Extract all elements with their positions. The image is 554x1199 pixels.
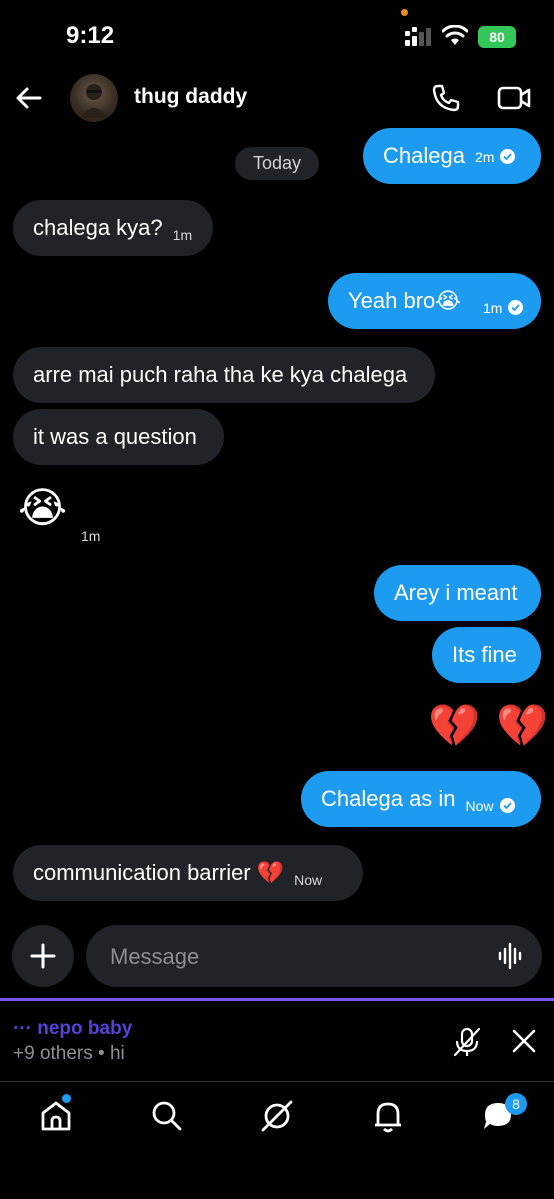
message-timestamp: 1m — [482, 300, 503, 317]
search-icon[interactable] — [149, 1098, 185, 1134]
phone-call-icon[interactable] — [430, 82, 462, 114]
date-divider: Today — [235, 147, 319, 180]
message-text: it was a question — [33, 424, 197, 449]
message-text: Chalega as in — [321, 786, 456, 811]
home-notification-dot — [62, 1094, 71, 1103]
message-text: Arey i meant — [394, 580, 518, 605]
divider — [0, 1081, 554, 1082]
status-time: 9:12 — [66, 22, 115, 49]
message-bubble-outgoing[interactable]: Chalega as in Now — [301, 771, 541, 827]
emoji-message-outgoing[interactable]: 💔 💔 — [428, 705, 550, 747]
message-bubble-incoming[interactable]: communication barrier 💔 Now — [13, 845, 363, 901]
space-subtitle: +9 others • hi — [13, 1043, 125, 1064]
close-icon[interactable] — [510, 1027, 538, 1055]
battery-indicator: 80 — [478, 26, 516, 48]
message-bubble-outgoing[interactable]: Chalega 2m — [363, 128, 541, 184]
message-bubble-incoming[interactable]: arre mai puch raha tha ke kya chalega — [13, 347, 435, 403]
message-timestamp: Now — [294, 872, 323, 889]
message-bubble-outgoing[interactable]: Arey i meant — [374, 565, 541, 621]
mic-off-icon[interactable] — [451, 1026, 483, 1058]
plus-icon — [30, 943, 56, 969]
home-icon[interactable] — [38, 1098, 74, 1134]
message-bubble-outgoing[interactable]: Its fine — [432, 627, 541, 683]
read-receipt-icon — [500, 148, 516, 164]
message-bubble-incoming[interactable]: it was a question — [13, 409, 224, 465]
message-text: Chalega — [383, 143, 465, 168]
grok-icon[interactable] — [259, 1098, 295, 1134]
cellular-signal-icon — [405, 27, 431, 46]
messages-badge: 8 — [505, 1093, 527, 1115]
message-timestamp: Now — [465, 798, 494, 815]
read-receipt-icon — [499, 797, 515, 813]
voice-message-icon[interactable] — [497, 942, 525, 970]
message-bubble-outgoing[interactable]: Yeah bro😭 1m — [328, 273, 541, 329]
notifications-bell-icon[interactable] — [370, 1098, 406, 1134]
message-text: arre mai puch raha tha ke kya chalega — [33, 362, 408, 387]
message-input[interactable] — [108, 925, 482, 989]
message-text: Yeah bro😭 — [348, 288, 461, 313]
message-text: chalega kya? — [33, 215, 163, 240]
back-arrow-icon[interactable] — [14, 83, 44, 113]
message-input-container — [86, 925, 542, 989]
avatar[interactable] — [70, 74, 118, 122]
message-bubble-incoming[interactable]: chalega kya? 1m — [13, 200, 213, 256]
message-timestamp: 2m — [474, 149, 495, 166]
message-text: communication barrier 💔 — [33, 860, 285, 885]
wifi-icon — [442, 25, 468, 45]
add-media-button[interactable] — [12, 925, 74, 987]
emoji-message-incoming[interactable]: 😭 — [18, 487, 67, 529]
avatar-silhouette — [80, 84, 108, 118]
space-name[interactable]: ··· nepo baby — [13, 1018, 132, 1040]
conversation-title[interactable]: thug daddy — [134, 85, 247, 109]
message-text: Its fine — [452, 642, 517, 667]
message-timestamp: 1m — [172, 227, 193, 244]
privacy-indicator-dot — [401, 9, 408, 16]
video-call-icon[interactable] — [497, 84, 531, 112]
message-timestamp: 1m — [81, 528, 101, 544]
read-receipt-icon — [508, 299, 524, 315]
